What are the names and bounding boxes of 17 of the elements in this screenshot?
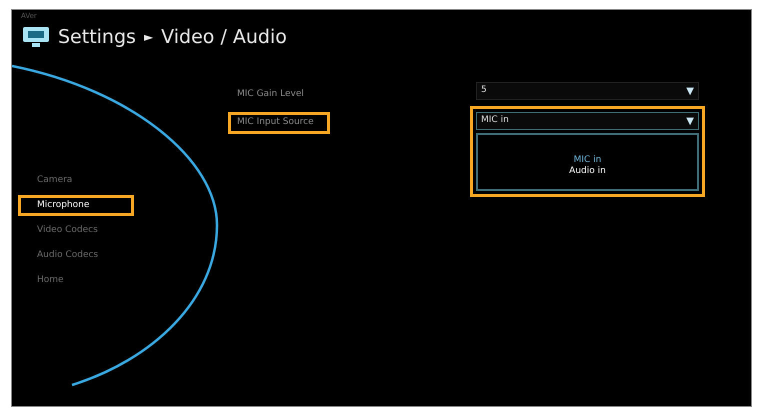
sidebar-item[interactable]: Video Codecs	[18, 220, 134, 241]
dropdown-arrow-icon: ▼	[686, 84, 694, 98]
dropdown[interactable]: MIC in ▼	[476, 112, 699, 130]
breadcrumb-separator: ►	[144, 29, 154, 46]
setting-label: MIC Input Source	[228, 112, 330, 134]
title-page: Video / Audio	[161, 25, 287, 50]
sidebar-item[interactable]: Camera	[18, 170, 134, 191]
setting-label: MIC Gain Level	[236, 88, 305, 102]
sidebar-item[interactable]: Microphone	[18, 195, 134, 216]
dropdown[interactable]: 5 ▼	[476, 82, 699, 100]
sidebar-item[interactable]: Home	[18, 270, 134, 291]
sidebar-item[interactable]: Audio Codecs	[18, 245, 134, 266]
dropdown-arrow-icon: ▼	[686, 114, 694, 128]
title-section: Settings	[58, 23, 136, 52]
monitor-icon	[22, 26, 50, 48]
dropdown-option[interactable]: Audio in	[569, 166, 606, 177]
dropdown-option[interactable]: MIC in	[574, 155, 602, 166]
